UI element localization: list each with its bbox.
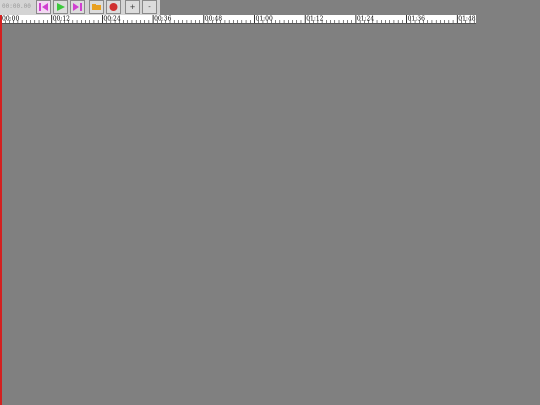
- ruler-tick-label: 00:00: [2, 16, 19, 23]
- timeline-area[interactable]: [0, 24, 540, 405]
- ruler-tick-label: 00:48: [205, 16, 222, 23]
- ruler-tick-label: 01:12: [306, 16, 323, 23]
- zoom-in-label: +: [129, 3, 136, 11]
- play-icon: [57, 3, 65, 11]
- record-button[interactable]: [106, 0, 121, 14]
- timecode-display: 00:00.00: [2, 3, 31, 10]
- ruler-tick-label: 01:48: [458, 16, 475, 23]
- ruler-tick-label: 00:12: [53, 16, 70, 23]
- ruler-tick-label: 00:24: [103, 16, 120, 23]
- playhead-marker[interactable]: [0, 15, 2, 405]
- ruler-tick-label: 01:00: [256, 16, 273, 23]
- ruler-ticks: 00:00 00:12 00:24 00:36 00:48 01:00 01:12 01:24…: [0, 15, 476, 23]
- skip-to-end-icon: [73, 3, 82, 11]
- time-ruler[interactable]: 00:00 00:12 00:24 00:36 00:48 01:00 01:12 01:24…: [0, 15, 476, 24]
- ruler-tick-label: 01:24: [357, 16, 374, 23]
- open-button[interactable]: [89, 0, 104, 14]
- zoom-out-label: -: [148, 3, 151, 11]
- rewind-button[interactable]: [36, 0, 51, 14]
- open-folder-icon: [92, 4, 101, 10]
- editor-window: 00:00.00 + - 00:00 00:12 00:24 00:36 00:…: [0, 0, 540, 405]
- play-button[interactable]: [53, 0, 68, 14]
- ruler-tick-label: 01:36: [408, 16, 425, 23]
- ruler-tick-label: 00:36: [154, 16, 171, 23]
- zoom-out-button[interactable]: -: [142, 0, 157, 14]
- record-icon: [109, 3, 118, 11]
- transport-toolbar: 00:00.00 + -: [0, 0, 160, 16]
- skip-to-end-button[interactable]: [70, 0, 85, 14]
- zoom-in-button[interactable]: +: [125, 0, 140, 14]
- rewind-to-start-icon: [39, 3, 48, 11]
